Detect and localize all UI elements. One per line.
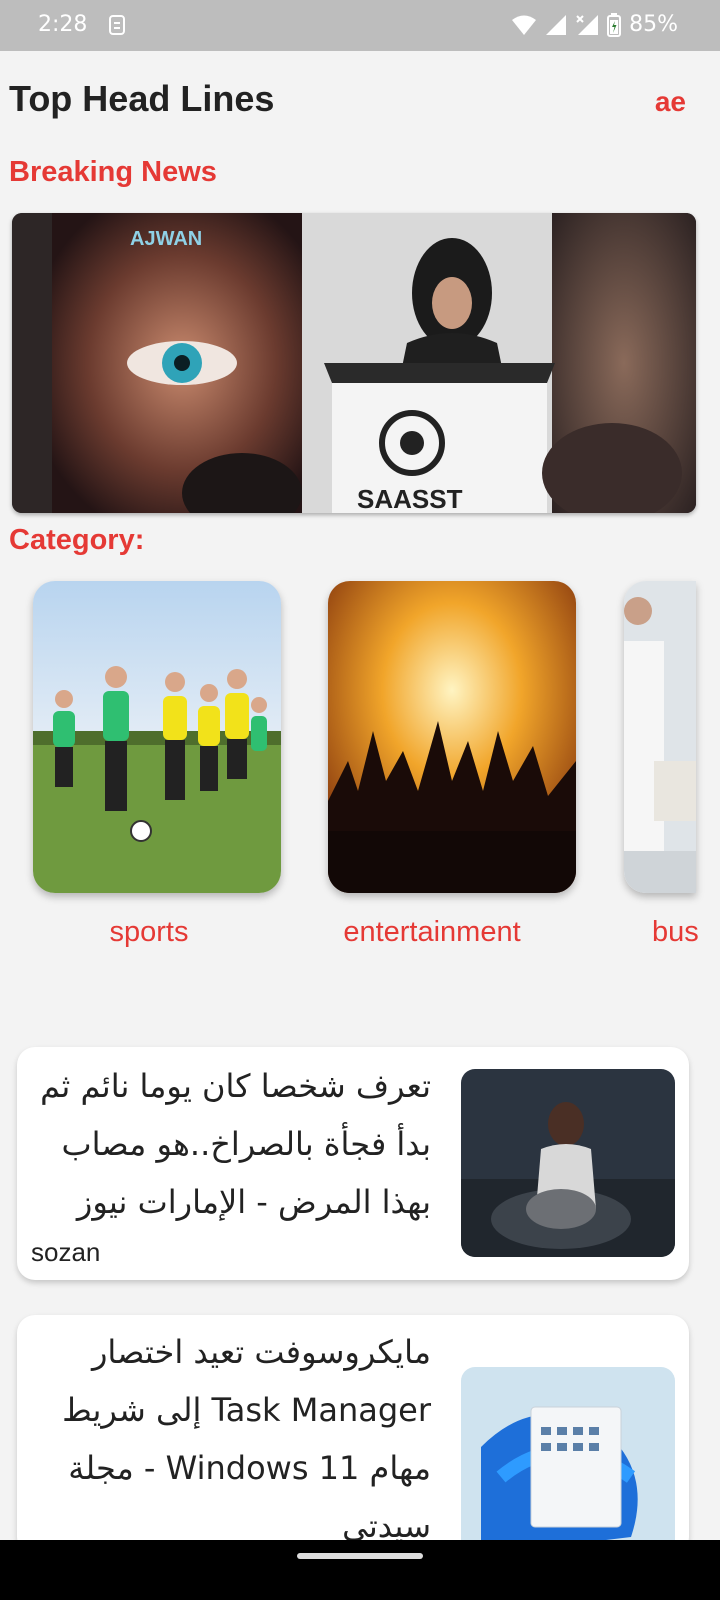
category-label-business[interactable]: bus (652, 916, 720, 949)
news-thumbnail (461, 1069, 675, 1257)
news-card[interactable]: مايكروسوفت تعيد اختصار Task Manager إلى … (17, 1315, 689, 1555)
category-card-business[interactable] (624, 581, 696, 893)
signal-icon (546, 14, 567, 35)
news-source: sozan (31, 1237, 101, 1267)
news-card[interactable]: تعرف شخصا كان يوما نائم ثم بدأ فجأة بالص… (17, 1047, 689, 1280)
status-icons: 85% (511, 12, 678, 37)
page-title: Top Head Lines (9, 78, 275, 119)
business-image (624, 581, 696, 893)
svg-text:SAASST: SAASST (357, 484, 463, 513)
category-label: Category: (9, 524, 145, 556)
navigation-bar (0, 1540, 720, 1600)
home-gesture-handle[interactable] (297, 1553, 423, 1559)
news-thumbnail (461, 1367, 675, 1555)
category-label-sports[interactable]: sports (33, 916, 265, 949)
battery-icon (607, 12, 622, 37)
category-card-sports[interactable] (33, 581, 281, 893)
signal-no-data-icon (576, 14, 599, 35)
breaking-news-banner[interactable]: AJWAN SAASST (12, 213, 696, 513)
entertainment-image (328, 581, 576, 893)
status-time: 2:28 (38, 12, 88, 37)
country-selector[interactable]: ae (655, 86, 686, 118)
svg-text:AJWAN: AJWAN (130, 228, 202, 250)
breaking-news-image: AJWAN SAASST (12, 213, 696, 513)
sports-image (33, 581, 281, 893)
news-title: تعرف شخصا كان يوما نائم ثم بدأ فجأة بالص… (40, 1067, 431, 1221)
category-label-entertainment[interactable]: entertainment (318, 916, 546, 949)
sim-icon (109, 15, 125, 35)
breaking-news-label: Breaking News (9, 156, 217, 188)
news-title: مايكروسوفت تعيد اختصار Task Manager إلى … (62, 1333, 431, 1545)
battery-percent: 85% (629, 12, 678, 37)
wifi-icon (512, 15, 537, 35)
category-card-entertainment[interactable] (328, 581, 576, 893)
status-bar: 2:28 85% (0, 0, 720, 51)
